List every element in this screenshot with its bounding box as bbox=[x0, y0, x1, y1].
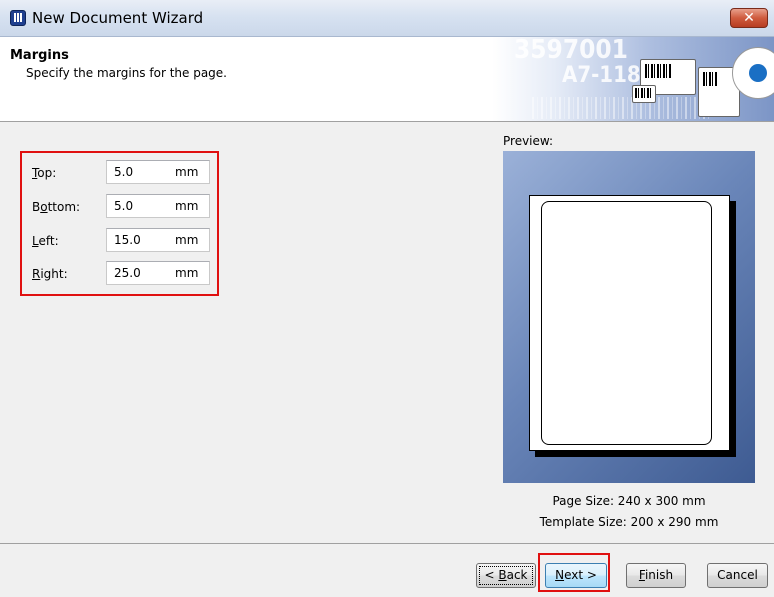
top-label: Top: bbox=[32, 166, 57, 180]
preview-label: Preview: bbox=[503, 134, 554, 148]
bottom-label: Bottom: bbox=[32, 200, 81, 214]
app-icon bbox=[10, 10, 26, 26]
wizard-window: New Document Wizard ✕ Margins Specify th… bbox=[0, 0, 774, 597]
bottom-margin-input[interactable]: 5.0 mm bbox=[106, 194, 210, 218]
wizard-header: Margins Specify the margins for the page… bbox=[0, 37, 774, 122]
cancel-button[interactable]: Cancel bbox=[707, 563, 768, 588]
close-button[interactable]: ✕ bbox=[730, 8, 768, 28]
page-title: Margins bbox=[10, 48, 69, 63]
page-size-text: Page Size: 240 x 300 mm bbox=[552, 494, 706, 508]
left-label: Left: bbox=[32, 234, 59, 248]
title-bar: New Document Wizard ✕ bbox=[0, 0, 774, 37]
left-margin-input[interactable]: 15.0 mm bbox=[106, 228, 210, 252]
preview-template bbox=[541, 201, 712, 445]
next-button[interactable]: Next > bbox=[545, 563, 607, 588]
back-button[interactable]: < Back bbox=[476, 563, 536, 588]
barcode-strip-icon bbox=[532, 97, 712, 119]
finish-button[interactable]: Finish bbox=[626, 563, 686, 588]
top-margin-input[interactable]: 5.0 mm bbox=[106, 160, 210, 184]
right-label: Right: bbox=[32, 267, 68, 281]
page-subtitle: Specify the margins for the page. bbox=[26, 66, 227, 80]
header-banner-image: 3597001 A7-118 bbox=[492, 37, 774, 121]
small-barcode-icon bbox=[632, 85, 656, 103]
template-size-text: Template Size: 200 x 290 mm bbox=[539, 515, 719, 529]
right-margin-input[interactable]: 25.0 mm bbox=[106, 261, 210, 285]
button-bar-divider bbox=[0, 543, 774, 544]
banner-code: A7-118 bbox=[562, 63, 641, 88]
window-title: New Document Wizard bbox=[32, 9, 204, 27]
close-icon: ✕ bbox=[743, 10, 755, 26]
banner-number: 3597001 bbox=[514, 37, 628, 65]
